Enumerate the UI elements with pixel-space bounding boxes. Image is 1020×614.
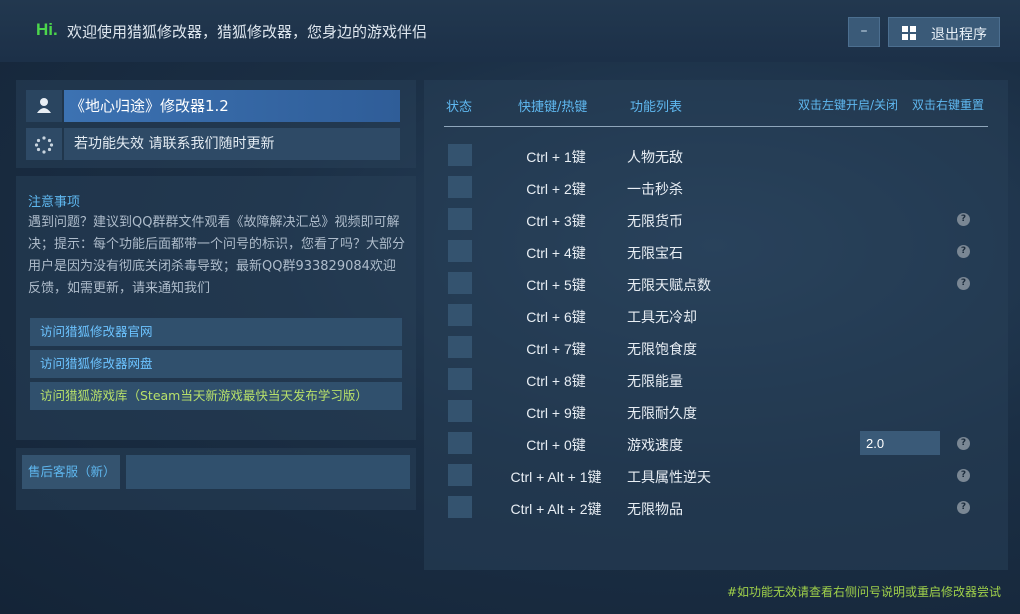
footer-hint: #如功能无效请查看右侧问号说明或重启修改器尝试: [727, 585, 1002, 599]
official-site-link-label: 访问猎狐修改器官网: [40, 324, 153, 339]
game-title: 《地心归途》修改器1.2: [64, 90, 400, 122]
user-icon-box: [26, 90, 62, 122]
official-site-link[interactable]: 访问猎狐修改器官网: [30, 318, 402, 346]
feature-label: 人物无敌: [627, 150, 683, 166]
minimize-button[interactable]: –: [848, 17, 880, 47]
feature-label: 游戏速度: [627, 438, 683, 454]
feature-checkbox[interactable]: [448, 208, 472, 230]
exit-button[interactable]: 退出程序: [888, 17, 1000, 47]
loading-spinner-icon: [34, 136, 54, 154]
hi-logo: Hi.: [36, 20, 58, 39]
help-icon[interactable]: ?: [957, 213, 970, 226]
header-hotkey: 快捷键/热键: [518, 100, 588, 115]
feature-label: 无限饱食度: [627, 342, 697, 358]
customer-service-label[interactable]: 售后客服（新）: [22, 455, 120, 489]
feature-label: 工具无冷却: [627, 310, 697, 326]
feature-label: 无限耐久度: [627, 406, 697, 422]
hotkey-label: Ctrl + 9键: [526, 405, 586, 421]
header-reset-hint: 双击右键重置: [912, 98, 985, 112]
feature-checkbox[interactable]: [448, 464, 472, 486]
feature-checkbox[interactable]: [448, 496, 472, 518]
hotkey-label: Ctrl + 1键: [526, 149, 586, 165]
help-icon[interactable]: ?: [957, 245, 970, 258]
feature-checkbox[interactable]: [448, 400, 472, 422]
hotkey-label: Ctrl + 2键: [526, 181, 586, 197]
help-icon[interactable]: ?: [957, 277, 970, 290]
feature-checkbox[interactable]: [448, 432, 472, 454]
feature-checkbox[interactable]: [448, 240, 472, 262]
feature-label: 无限宝石: [627, 246, 683, 262]
feature-label: 无限货币: [627, 214, 683, 230]
feature-label: 工具属性逆天: [627, 470, 711, 486]
hotkey-label: Ctrl + 6键: [526, 309, 586, 325]
hotkey-label: Ctrl + Alt + 2键: [510, 501, 602, 517]
game-library-link-label: 访问猎狐游戏库（Steam当天新游戏最快当天发布学习版）: [40, 388, 368, 403]
help-icon[interactable]: ?: [957, 501, 970, 514]
game-library-link[interactable]: 访问猎狐游戏库（Steam当天新游戏最快当天发布学习版）: [30, 382, 402, 410]
feature-checkbox[interactable]: [448, 176, 472, 198]
welcome-text: 欢迎使用猎狐修改器，猎狐修改器，您身边的游戏伴侣: [67, 23, 428, 41]
feature-label: 无限物品: [627, 502, 683, 518]
feature-label: 一击秒杀: [627, 182, 683, 198]
windows-icon: [902, 26, 916, 40]
notes-body: 遇到问题？建议到QQ群群文件观看《故障解决汇总》视频即可解决；提示：每个功能后面…: [28, 215, 406, 296]
feature-label: 无限天赋点数: [627, 278, 711, 294]
hotkey-label: Ctrl + 3键: [526, 213, 586, 229]
header-toggle-hint: 双击左键开启/关闭: [798, 98, 899, 112]
netdisk-link-label: 访问猎狐修改器网盘: [40, 356, 153, 371]
header-divider: [444, 126, 988, 127]
hotkey-label: Ctrl + 4键: [526, 245, 586, 261]
feature-checkbox[interactable]: [448, 336, 472, 358]
netdisk-link[interactable]: 访问猎狐修改器网盘: [30, 350, 402, 378]
title-bar: Hi. 欢迎使用猎狐修改器，猎狐修改器，您身边的游戏伴侣 – 退出程序: [0, 0, 1020, 62]
hotkey-label: Ctrl + 5键: [526, 277, 586, 293]
loading-icon-box: [26, 128, 62, 160]
hotkey-label: Ctrl + 7键: [526, 341, 586, 357]
help-icon[interactable]: ?: [957, 469, 970, 482]
exit-button-label: 退出程序: [931, 27, 987, 43]
notes-title: 注意事项: [28, 195, 81, 210]
feature-checkbox[interactable]: [448, 144, 472, 166]
game-speed-input[interactable]: [860, 431, 940, 455]
hotkey-label: Ctrl + 0键: [526, 437, 586, 453]
help-icon[interactable]: ?: [957, 437, 970, 450]
header-features: 功能列表: [630, 100, 683, 115]
feature-checkbox[interactable]: [448, 368, 472, 390]
status-message: 若功能失效 请联系我们随时更新: [64, 128, 400, 160]
feature-label: 无限能量: [627, 374, 683, 390]
hotkey-label: Ctrl + 8键: [526, 373, 586, 389]
customer-service-field[interactable]: [126, 455, 410, 489]
user-icon: [37, 98, 51, 113]
feature-checkbox[interactable]: [448, 304, 472, 326]
feature-checkbox[interactable]: [448, 272, 472, 294]
header-status: 状态: [446, 100, 473, 115]
hotkey-label: Ctrl + Alt + 1键: [510, 469, 602, 485]
